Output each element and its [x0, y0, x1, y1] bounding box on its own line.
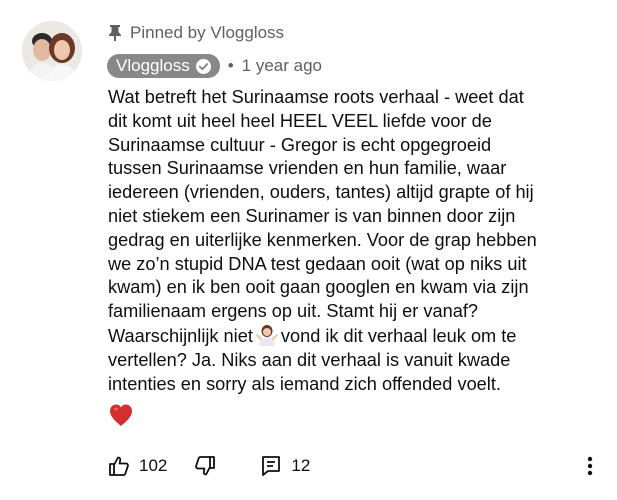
verified-check-icon	[195, 58, 211, 74]
comment-text: Wat betreft het Surinaamse roots verhaal…	[108, 86, 608, 396]
comment-actions: 102 12	[107, 454, 310, 478]
red-heart-emoji	[110, 404, 132, 426]
pinned-indicator: Pinned by Vloggloss	[108, 21, 284, 45]
author-name[interactable]: Vloggloss	[116, 55, 190, 77]
separator-dot: •	[227, 56, 234, 75]
like-button[interactable]: 102	[107, 454, 167, 478]
reply-count: 12	[291, 456, 311, 475]
thumb-up-icon[interactable]	[107, 454, 131, 478]
author-badge[interactable]: Vloggloss	[107, 54, 220, 78]
comment-header: Vloggloss • 1 year ago	[107, 54, 322, 78]
dislike-button[interactable]	[193, 454, 217, 478]
woman-shrugging-emoji	[255, 324, 278, 346]
thumb-down-icon[interactable]	[193, 454, 217, 478]
pinned-label: Pinned by Vloggloss	[130, 23, 285, 42]
comment-timestamp[interactable]: 1 year ago	[242, 54, 322, 78]
more-vertical-icon[interactable]	[581, 454, 599, 478]
avatar-image	[22, 21, 82, 81]
pin-icon	[109, 25, 121, 41]
replies-button[interactable]: 12	[259, 454, 310, 478]
avatar[interactable]	[22, 21, 82, 81]
comment-icon[interactable]	[259, 454, 283, 478]
like-count: 102	[139, 456, 168, 475]
comment-text-part1: Wat betreft het Surinaamse roots verhaal…	[108, 87, 537, 346]
